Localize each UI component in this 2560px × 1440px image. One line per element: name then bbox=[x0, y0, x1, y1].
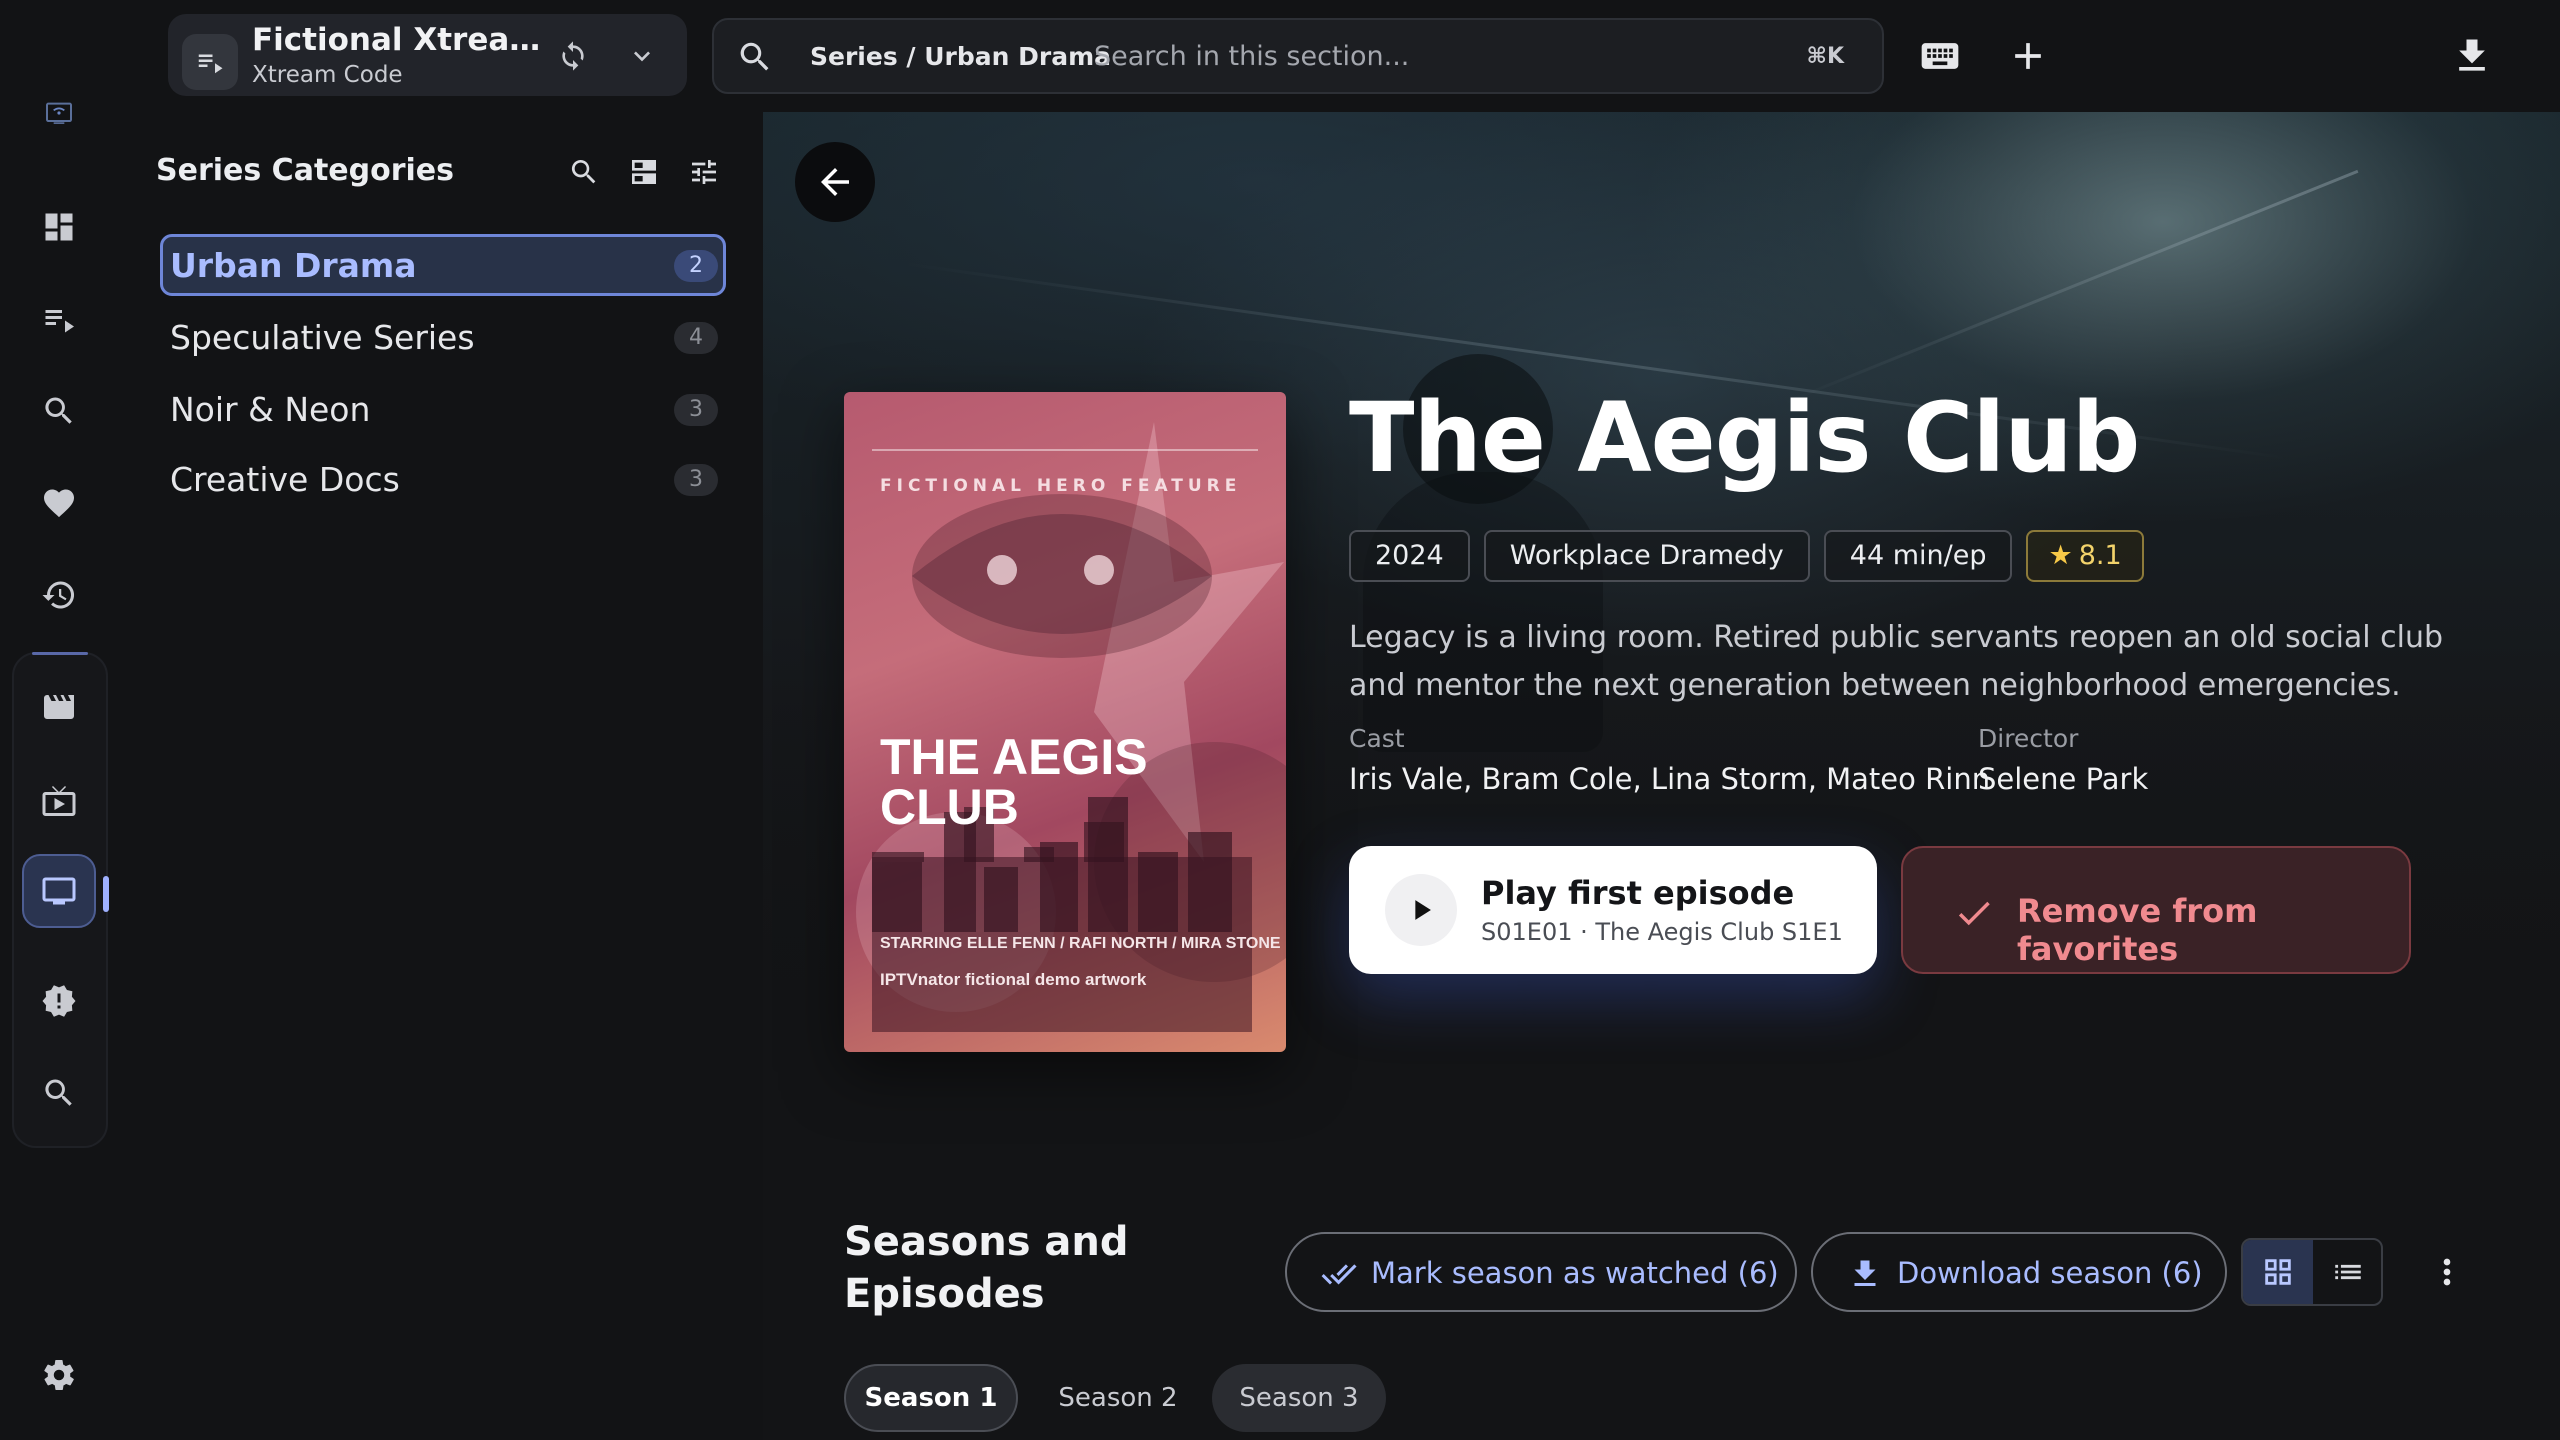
search-icon bbox=[736, 38, 774, 76]
category-item-urban-drama[interactable]: Urban Drama 2 bbox=[160, 234, 726, 296]
dashboard-icon[interactable] bbox=[22, 190, 96, 264]
cast-value: Iris Vale, Bram Cole, Lina Storm, Mateo … bbox=[1349, 762, 1991, 796]
cast-label: Cast bbox=[1349, 724, 1405, 753]
play-button-subtitle: S01E01 · The Aegis Club S1E1 bbox=[1481, 918, 1843, 946]
list-view-button[interactable] bbox=[2313, 1240, 2381, 1304]
group-divider bbox=[32, 652, 88, 655]
source-subtitle: Xtream Code bbox=[252, 62, 403, 88]
category-item-speculative-series[interactable]: Speculative Series 4 bbox=[160, 306, 726, 368]
poster-title: THE AEGIS CLUB bbox=[880, 732, 1260, 832]
category-search-icon[interactable] bbox=[562, 150, 606, 194]
filter-sliders-icon[interactable] bbox=[682, 150, 726, 194]
categories-sidebar: Fictional Xtream ... Xtream Code Series … bbox=[118, 0, 763, 1440]
app-logo-icon bbox=[22, 76, 96, 150]
series-poster: FICTIONAL HERO FEATURE THE AEGIS CLUB ST… bbox=[844, 392, 1286, 1052]
sidebar-title: Series Categories bbox=[156, 153, 454, 188]
star-icon: ★ bbox=[2048, 540, 2073, 571]
download-icon[interactable] bbox=[2444, 30, 2500, 82]
alert-icon[interactable] bbox=[22, 964, 96, 1038]
rating-chip: ★ 8.1 bbox=[2026, 530, 2144, 582]
history-icon[interactable] bbox=[22, 558, 96, 632]
arrow-back-icon bbox=[821, 168, 849, 196]
play-icon bbox=[1385, 874, 1457, 946]
playlist-icon bbox=[182, 34, 238, 90]
category-count: 3 bbox=[674, 464, 718, 496]
category-item-creative-docs[interactable]: Creative Docs 3 bbox=[160, 448, 726, 510]
favorites-icon[interactable] bbox=[22, 466, 96, 540]
search-input[interactable] bbox=[1094, 36, 1714, 76]
category-item-noir-neon[interactable]: Noir & Neon 3 bbox=[160, 378, 726, 440]
play-first-episode-button[interactable]: Play first episode S01E01 · The Aegis Cl… bbox=[1349, 846, 1877, 974]
layout-icon[interactable] bbox=[622, 150, 666, 194]
source-selector[interactable]: Fictional Xtream ... Xtream Code bbox=[168, 14, 687, 96]
poster-title-line: THE AEGIS bbox=[880, 729, 1148, 785]
poster-starring: STARRING ELLE FENN / RAFI NORTH / MIRA S… bbox=[880, 935, 1281, 952]
double-check-icon bbox=[1321, 1264, 1357, 1285]
tab-season-3[interactable]: Season 3 bbox=[1212, 1364, 1386, 1432]
check-icon bbox=[1958, 901, 1990, 926]
shortcut-hint: ⌘K bbox=[1806, 44, 1844, 69]
source-title: Fictional Xtream ... bbox=[252, 22, 542, 58]
category-count: 4 bbox=[674, 322, 718, 354]
genre-chip: Workplace Dramedy bbox=[1483, 530, 1810, 582]
global-search-icon[interactable] bbox=[22, 1056, 96, 1130]
playlists-icon[interactable] bbox=[22, 282, 96, 356]
more-options-icon[interactable] bbox=[2425, 1244, 2469, 1300]
category-label: Noir & Neon bbox=[170, 390, 371, 429]
tab-season-1[interactable]: Season 1 bbox=[844, 1364, 1018, 1432]
nav-rail bbox=[0, 0, 118, 1440]
download-season-label: Download season (6) bbox=[1897, 1256, 2203, 1290]
category-label: Creative Docs bbox=[170, 460, 400, 499]
grid-icon bbox=[2265, 1259, 2291, 1285]
series-meta-chips: 2024 Workplace Dramedy 44 min/ep ★ 8.1 bbox=[1349, 530, 2144, 582]
category-label: Speculative Series bbox=[170, 318, 475, 357]
chevron-down-icon[interactable] bbox=[620, 34, 664, 78]
favorite-label: Remove from favorites bbox=[2017, 892, 2258, 968]
movies-icon[interactable] bbox=[22, 670, 96, 744]
poster-title-line: CLUB bbox=[880, 779, 1019, 835]
duration-chip: 44 min/ep bbox=[1823, 530, 2013, 582]
grid-view-button[interactable] bbox=[2243, 1240, 2313, 1304]
play-button-title: Play first episode bbox=[1481, 874, 1795, 912]
seasons-heading: Seasons and Episodes bbox=[844, 1219, 1129, 1317]
refresh-icon[interactable] bbox=[551, 34, 595, 78]
category-count: 2 bbox=[674, 250, 718, 282]
add-icon[interactable] bbox=[2000, 30, 2056, 82]
category-label: Urban Drama bbox=[170, 246, 417, 285]
series-title: The Aegis Club bbox=[1349, 382, 2140, 494]
settings-icon[interactable] bbox=[22, 1338, 96, 1412]
category-count: 3 bbox=[674, 394, 718, 426]
series-synopsis: Legacy is a living room. Retired public … bbox=[1349, 620, 2444, 703]
director-label: Director bbox=[1978, 724, 2079, 753]
director-value: Selene Park bbox=[1978, 762, 2149, 796]
live-tv-icon[interactable] bbox=[22, 764, 96, 838]
series-icon[interactable] bbox=[22, 854, 96, 928]
download-icon bbox=[1854, 1260, 1876, 1286]
active-rail-indicator bbox=[103, 876, 109, 912]
series-detail: FICTIONAL HERO FEATURE THE AEGIS CLUB ST… bbox=[763, 112, 2560, 1440]
back-button[interactable] bbox=[795, 142, 875, 222]
list-icon bbox=[2335, 1264, 2361, 1280]
download-season-button[interactable]: Download season (6) bbox=[1811, 1232, 2227, 1312]
mark-season-watched-button[interactable]: Mark season as watched (6) bbox=[1285, 1232, 1797, 1312]
breadcrumb: Series / Urban Drama bbox=[810, 42, 1112, 71]
year-chip: 2024 bbox=[1349, 530, 1470, 582]
poster-credit: IPTVnator fictional demo artwork bbox=[880, 970, 1147, 989]
view-mode-toggle bbox=[2241, 1238, 2383, 1306]
section-search-bar: Series / Urban Drama ⌘K bbox=[712, 18, 1884, 94]
poster-kicker: FICTIONAL HERO FEATURE bbox=[880, 476, 1242, 496]
mark-watched-label: Mark season as watched (6) bbox=[1371, 1256, 1779, 1290]
tab-season-2[interactable]: Season 2 bbox=[1032, 1364, 1204, 1432]
keyboard-icon[interactable] bbox=[1912, 30, 1968, 82]
remove-from-favorites-button[interactable]: Remove from favorites bbox=[1901, 846, 2411, 974]
search-icon[interactable] bbox=[22, 374, 96, 448]
rating-value: 8.1 bbox=[2078, 540, 2122, 571]
